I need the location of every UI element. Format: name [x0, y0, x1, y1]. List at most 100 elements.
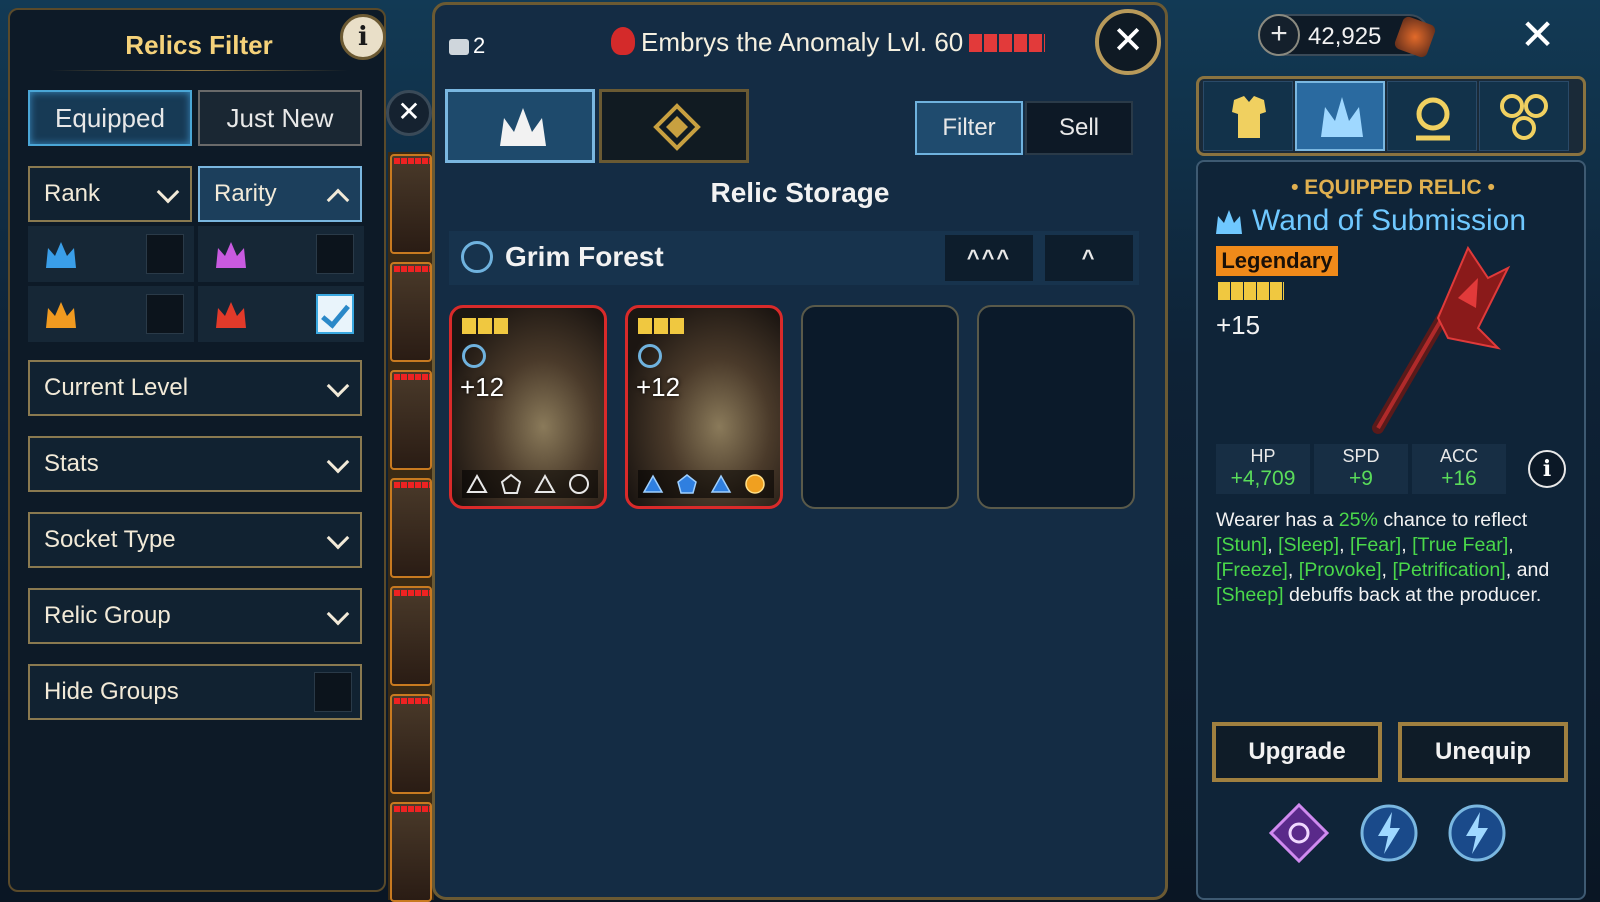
tab-relics[interactable] — [1295, 81, 1385, 151]
relic-card[interactable]: +12 — [625, 305, 783, 509]
relic-type-tab-emblem[interactable] — [599, 89, 749, 163]
relic-level: +12 — [460, 372, 505, 402]
circle-socket-icon — [569, 474, 589, 494]
rarity-checkbox-rare[interactable] — [146, 234, 184, 274]
filter-button[interactable]: Filter — [915, 101, 1023, 155]
set-icon — [462, 344, 486, 368]
rarity-option-epic[interactable] — [198, 226, 364, 282]
hero-rank-stars — [969, 34, 1046, 52]
empty-relic-slot — [801, 305, 959, 509]
hero-thumbnail[interactable] — [390, 802, 432, 902]
socket-row — [638, 470, 774, 498]
mastery-icon — [1416, 97, 1450, 141]
hero-thumbnail[interactable] — [390, 262, 432, 362]
stat-name: ACC — [1439, 446, 1478, 466]
hero-thumbnail[interactable] — [390, 586, 432, 686]
rarity-option-mythical[interactable] — [198, 286, 364, 342]
hero-strip — [388, 152, 434, 902]
equipment-tabs — [1196, 76, 1586, 156]
crown-purple-icon — [216, 242, 246, 268]
skull-icon — [611, 27, 635, 55]
purple-rune-icon[interactable] — [1268, 802, 1330, 864]
collapse-group-button[interactable]: ^ — [1045, 235, 1133, 281]
inventory-count: 2 — [449, 33, 485, 59]
hero-stars — [394, 158, 430, 164]
relic-group-label: Relic Group — [44, 602, 171, 629]
gold-circle-socket-icon — [745, 474, 765, 494]
hero-thumbnail[interactable] — [390, 154, 432, 254]
relic-card[interactable]: +12 — [449, 305, 607, 509]
collapse-all-button[interactable]: ^^^ — [945, 235, 1033, 281]
sell-button[interactable]: Sell — [1025, 101, 1133, 155]
unequip-button[interactable]: Unequip — [1398, 722, 1568, 782]
currency-value: 42,925 — [1308, 23, 1382, 50]
empty-relic-slot — [977, 305, 1135, 509]
rank-label: Rank — [44, 180, 101, 207]
rarity-option-rare[interactable] — [28, 226, 194, 282]
exit-button[interactable]: ✕ — [1520, 10, 1555, 59]
filter-info-button[interactable]: i — [340, 14, 386, 60]
hero-thumbnail[interactable] — [390, 694, 432, 794]
gems-icon — [1500, 94, 1548, 140]
close-button[interactable]: ✕ — [1095, 9, 1161, 75]
stat-value: +16 — [1441, 467, 1477, 490]
relic-stars — [1218, 282, 1284, 300]
wand-relic-image — [1372, 245, 1511, 434]
tab-masteries[interactable] — [1387, 81, 1477, 151]
relic-level: +12 — [636, 372, 681, 402]
hero-thumbnail[interactable] — [390, 478, 432, 578]
upgrade-button[interactable]: Upgrade — [1212, 722, 1382, 782]
hero-stars — [394, 806, 430, 812]
hero-thumbnail[interactable] — [390, 370, 432, 470]
hide-groups-checkbox[interactable] — [314, 672, 352, 712]
chest-icon — [449, 39, 469, 55]
diamond-emblem-icon — [653, 103, 701, 151]
group-name: Grim Forest — [505, 241, 664, 272]
rarity-checkbox-mythical[interactable] — [316, 294, 354, 334]
rarity-checkbox-legendary[interactable] — [146, 294, 184, 334]
title-divider — [50, 70, 348, 71]
hero-stars — [394, 266, 430, 272]
tab-artifacts[interactable] — [1203, 81, 1293, 151]
stats-dropdown[interactable]: Stats — [28, 436, 362, 492]
equipped-relic-label: • EQUIPPED RELIC • — [1291, 176, 1495, 199]
filter-title: Relics Filter — [125, 30, 273, 60]
stat-value: +4,709 — [1230, 467, 1296, 490]
socket-row — [462, 470, 598, 498]
relic-type-tab-crown[interactable] — [445, 89, 595, 163]
rarity-option-legendary[interactable] — [28, 286, 194, 342]
currency-display: + 42,925 — [1258, 14, 1437, 59]
blue-triangle-socket-icon — [710, 474, 732, 493]
stat-name: SPD — [1342, 446, 1380, 466]
chevron-down-icon — [326, 526, 350, 550]
pentagon-socket-icon — [500, 473, 522, 494]
rank-dropdown[interactable]: Rank — [28, 166, 192, 222]
lightning-icon[interactable] — [1446, 802, 1508, 864]
chevron-down-icon — [156, 180, 180, 204]
relic-crown-icon — [1216, 210, 1242, 234]
current-level-dropdown[interactable]: Current Level — [28, 360, 362, 416]
stats-info-button[interactable]: i — [1528, 450, 1566, 488]
stat-acc: ACC +16 — [1412, 444, 1506, 494]
lightning-icon[interactable] — [1358, 802, 1420, 864]
chevron-down-icon — [326, 374, 350, 398]
tab-just-new[interactable]: Just New — [198, 90, 362, 146]
hero-stars — [394, 482, 430, 488]
chevron-down-icon — [326, 602, 350, 626]
current-level-label: Current Level — [44, 374, 189, 401]
socket-type-dropdown[interactable]: Socket Type — [28, 512, 362, 568]
add-currency-button[interactable]: + — [1258, 14, 1300, 56]
hide-groups-toggle[interactable]: Hide Groups — [28, 664, 362, 720]
relics-filter-panel: Relics Filter i Equipped Just New Rank R… — [8, 8, 386, 892]
hero-title: Embrys the Anomaly Lvl. 60 — [611, 27, 1046, 58]
rarity-checkbox-epic[interactable] — [316, 234, 354, 274]
rarity-dropdown[interactable]: Rarity — [198, 166, 362, 222]
filter-close-button[interactable]: ✕ — [386, 90, 432, 136]
relic-group-dropdown[interactable]: Relic Group — [28, 588, 362, 644]
tab-equipped[interactable]: Equipped — [28, 90, 192, 146]
stat-value: +9 — [1349, 467, 1373, 490]
socket-type-label: Socket Type — [44, 526, 176, 553]
relic-crown-icon — [500, 108, 546, 146]
tab-blessings[interactable] — [1479, 81, 1569, 151]
crown-orange-icon — [46, 302, 76, 328]
